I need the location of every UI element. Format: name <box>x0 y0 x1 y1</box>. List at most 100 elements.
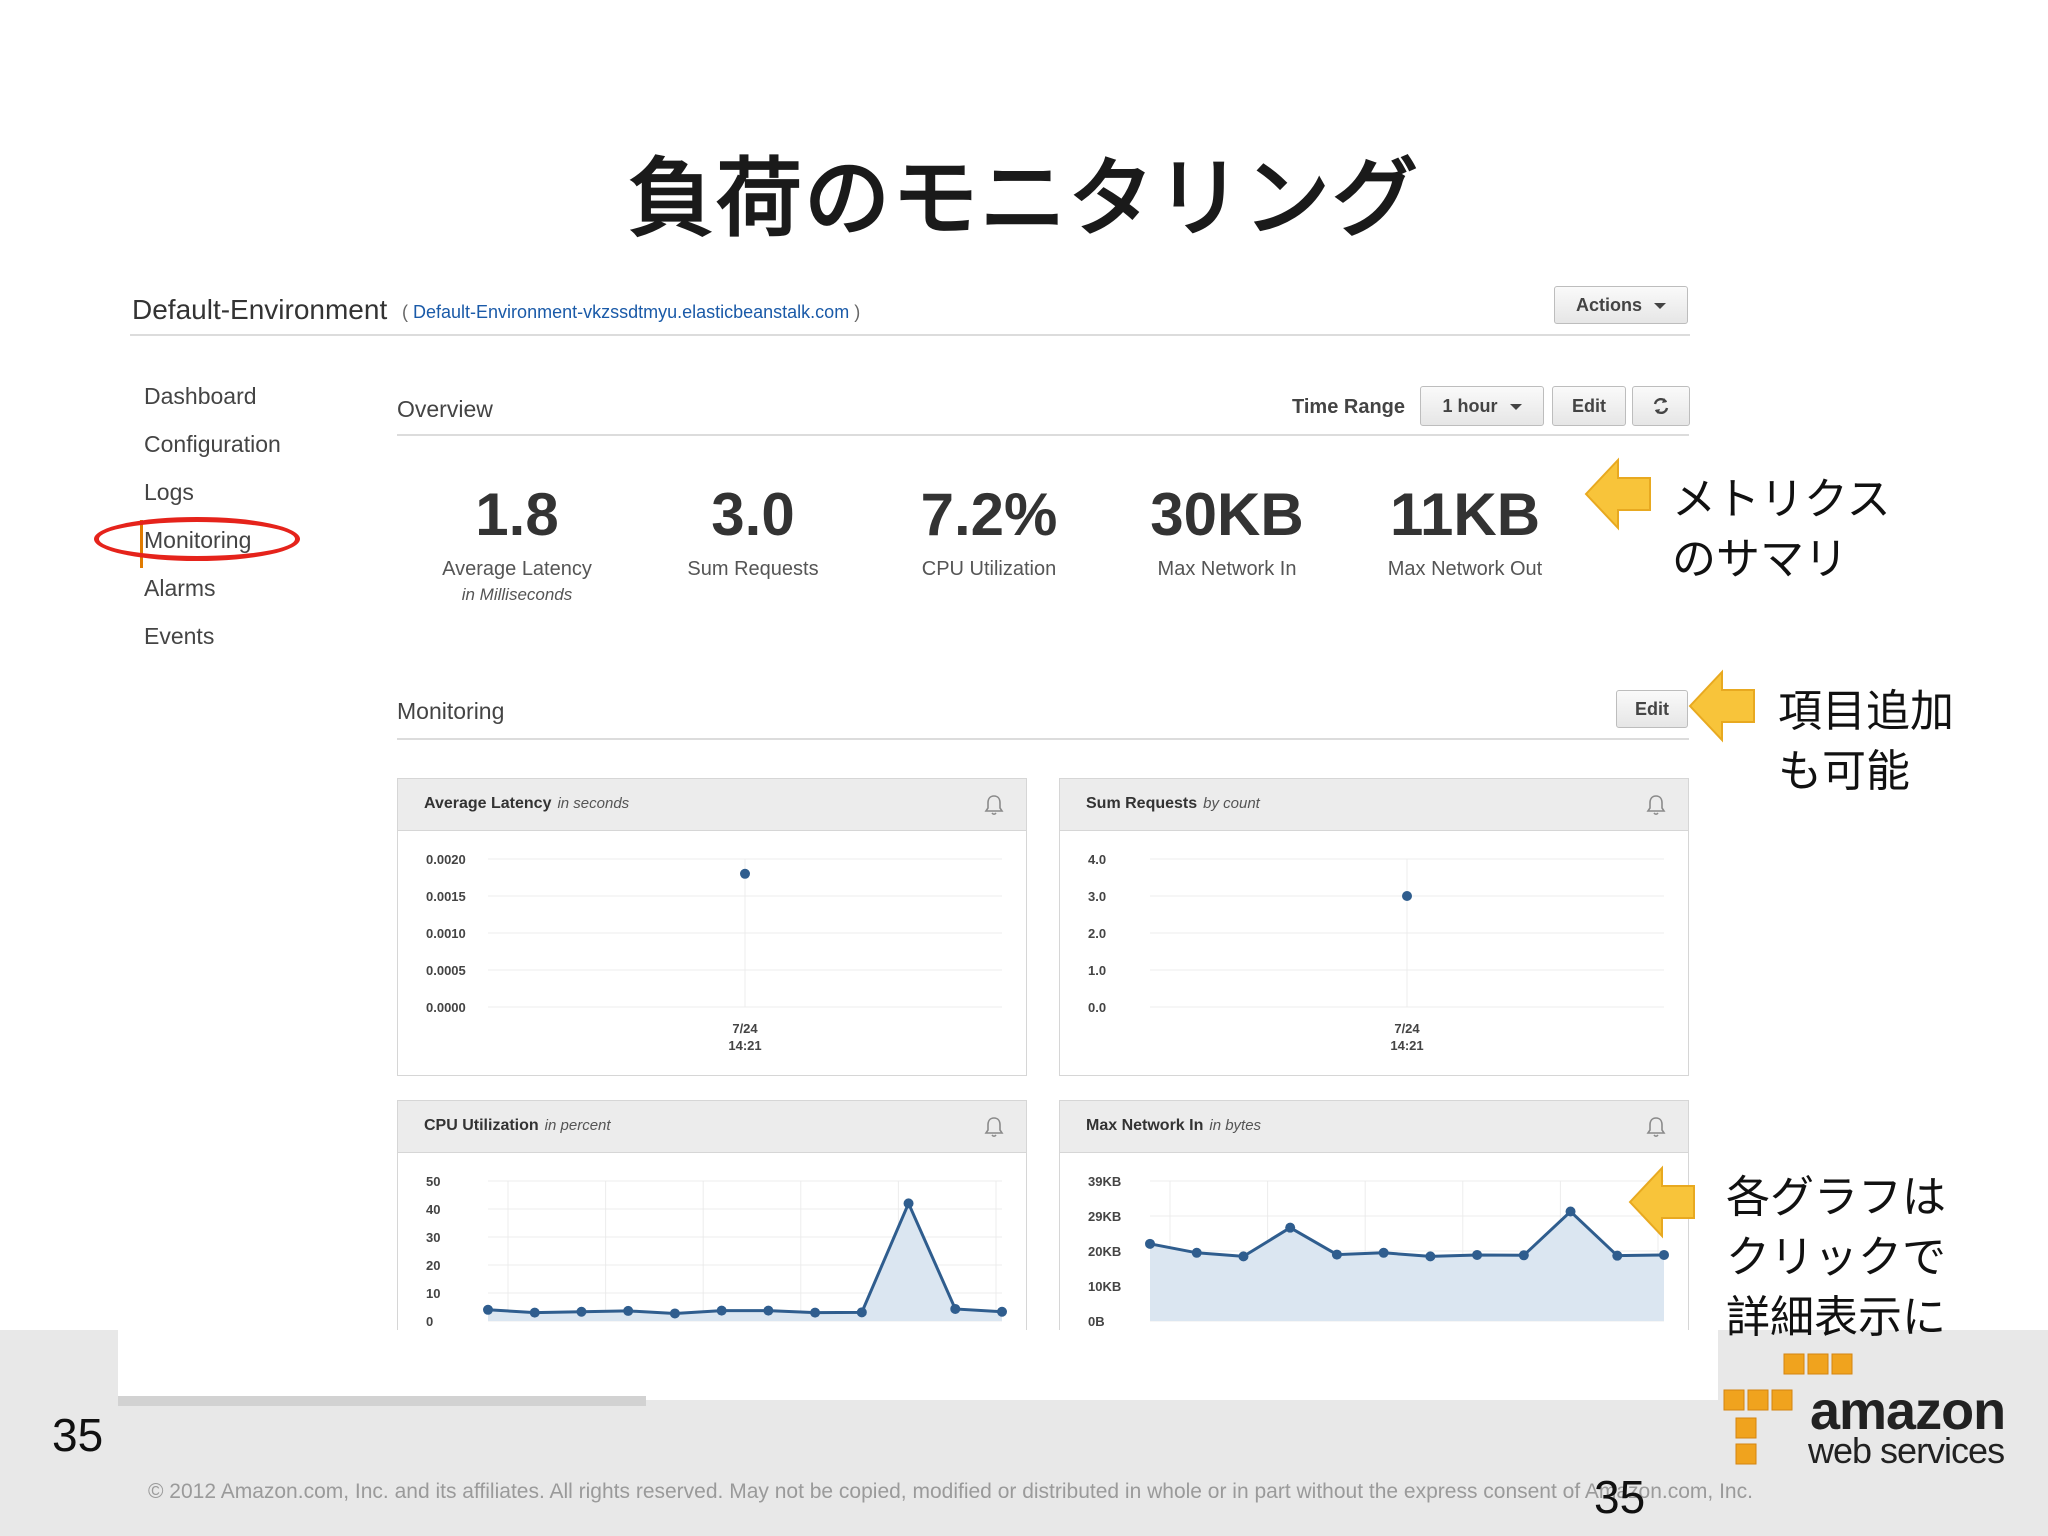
panel-unit: in seconds <box>557 795 630 812</box>
chart-average-latency: 0.0020 0.0015 0.0010 0.0005 0.0000 7/24 14:21 <box>426 852 1002 1053</box>
data-point <box>1285 1222 1296 1233</box>
data-point <box>576 1306 587 1317</box>
chart-panel-average-latency[interactable]: Average Latency in seconds 0.0020 0.0015 0.… <box>397 778 1027 1076</box>
sidebar-item-alarms[interactable]: Alarms <box>140 568 340 616</box>
panel-unit: in percent <box>544 1117 611 1134</box>
callout-line: クリックで <box>1726 1232 1946 1283</box>
panel-header: Max Network In in bytes <box>1060 1101 1688 1153</box>
actions-button[interactable]: Actions <box>1554 286 1688 324</box>
metric-sum-requests[interactable]: 3.0 Sum Requests <box>648 480 858 581</box>
bell-icon[interactable] <box>1644 793 1668 817</box>
callout-detail: 各グラフは クリックで 詳細表示に <box>1726 1168 1946 1348</box>
metric-max-network-in[interactable]: 30KB Max Network In <box>1122 480 1332 581</box>
metric-label: CPU Utilization <box>921 558 1057 580</box>
panel-title: Max Network In in bytes <box>1086 1117 1261 1135</box>
bell-icon[interactable] <box>1644 1115 1668 1139</box>
panel-header: CPU Utilization in percent <box>398 1101 1026 1153</box>
data-point <box>623 1305 634 1316</box>
copyright-text: © 2012 Amazon.com, Inc. and its affiliat… <box>148 1480 1753 1503</box>
panel-title-text: Max Network In <box>1086 1117 1204 1134</box>
y-tick-label: 29KB <box>1088 1209 1121 1224</box>
y-tick-label: 0.0010 <box>426 926 466 941</box>
monitoring-title: Monitoring <box>397 698 505 724</box>
bell-icon[interactable] <box>982 1115 1006 1139</box>
y-tick-label: 0.0000 <box>426 1000 466 1015</box>
environment-url-link[interactable]: Default-Environment-vkzssdtmyu.elasticbe… <box>413 302 849 322</box>
url-open-paren: ( <box>402 302 408 322</box>
callout-line: のサマリ <box>1672 534 1848 585</box>
y-tick-label: 4.0 <box>1088 852 1106 867</box>
metric-label: Average Latency <box>442 558 592 580</box>
page-number-right: 35 <box>1594 1471 1646 1523</box>
panel-header: Sum Requests by count <box>1060 779 1688 831</box>
time-range-select[interactable]: 1 hour <box>1420 386 1544 426</box>
actions-button-label: Actions <box>1575 295 1642 315</box>
metric-cpu-utilization[interactable]: 7.2% CPU Utilization <box>884 480 1094 581</box>
x-tick-label: 14:21 <box>728 1038 761 1053</box>
panel-title: CPU Utilization in percent <box>424 1117 611 1135</box>
aws-logo-word-webservices: web services <box>1808 1430 2005 1471</box>
data-point <box>1565 1206 1576 1217</box>
page-number-left: 35 <box>52 1409 104 1461</box>
y-tick-label: 0.0020 <box>426 852 466 867</box>
sidebar-item-configuration[interactable]: Configuration <box>140 424 340 472</box>
sidebar-item-logs[interactable]: Logs <box>140 472 340 520</box>
x-tick-label: 14:21 <box>1390 1038 1423 1053</box>
metric-label: Max Network In <box>1157 558 1297 580</box>
data-point <box>1238 1251 1249 1262</box>
metric-value: 3.0 <box>711 481 795 548</box>
environment-name: Default-Environment <box>132 294 388 325</box>
monitoring-divider <box>397 738 1689 740</box>
metric-label: Sum Requests <box>687 558 819 580</box>
monitoring-edit-button[interactable]: Edit <box>1616 690 1688 728</box>
overview-edit-button[interactable]: Edit <box>1552 386 1626 426</box>
callout-arrow-add <box>1688 669 1755 743</box>
sidebar-item-dashboard[interactable]: Dashboard <box>140 376 340 424</box>
callout-line: メトリクス <box>1672 474 1891 525</box>
data-point <box>810 1307 821 1318</box>
panel-title: Average Latency in seconds <box>424 795 629 813</box>
highlight-ellipse <box>94 517 300 561</box>
data-point <box>1659 1249 1669 1260</box>
overview-divider <box>397 434 1689 436</box>
callout-arrow-summary <box>1584 457 1651 531</box>
time-range-label: Time Range <box>1292 396 1405 418</box>
bell-icon[interactable] <box>982 793 1006 817</box>
panel-unit: in bytes <box>1209 1117 1262 1134</box>
metric-average-latency[interactable]: 1.8 Average Latency in Milliseconds <box>412 480 622 605</box>
callout-line: 項目追加 <box>1778 686 1954 737</box>
data-point <box>1191 1247 1202 1258</box>
metric-value: 1.8 <box>475 481 559 548</box>
area-fill <box>488 1203 1002 1321</box>
metric-max-network-out[interactable]: 11KB Max Network Out <box>1360 480 1570 581</box>
data-point <box>740 868 750 879</box>
panel-title-text: Sum Requests <box>1086 795 1198 812</box>
callout-summary: メトリクス のサマリ <box>1672 470 1891 590</box>
y-tick-label: 10 <box>426 1286 440 1301</box>
callout-add: 項目追加 も可能 <box>1778 682 1954 802</box>
overview-title: Overview <box>397 396 493 422</box>
y-tick-label: 10KB <box>1088 1279 1121 1294</box>
y-tick-label: 0 <box>426 1314 433 1329</box>
y-tick-label: 0.0 <box>1088 1000 1106 1015</box>
time-range-value: 1 hour <box>1442 396 1498 416</box>
panel-unit: by count <box>1203 795 1260 812</box>
data-point <box>1378 1247 1389 1258</box>
y-tick-label: 50 <box>426 1174 440 1189</box>
panel-title-text: CPU Utilization <box>424 1117 539 1134</box>
x-tick-label: 7/24 <box>1394 1021 1420 1036</box>
y-tick-label: 30 <box>426 1230 440 1245</box>
chart-panel-sum-requests[interactable]: Sum Requests by count 4.0 3.0 2.0 1.0 0.0 7/24… <box>1059 778 1689 1076</box>
data-point <box>1518 1250 1529 1261</box>
data-point <box>763 1305 774 1316</box>
data-point <box>903 1198 914 1209</box>
refresh-button[interactable] <box>1632 386 1690 426</box>
data-point <box>1402 891 1412 901</box>
data-point <box>1145 1238 1155 1249</box>
sidebar-item-events[interactable]: Events <box>140 616 340 664</box>
screenshot-bottom <box>118 1330 1718 1400</box>
environment-url[interactable]: ( Default-Environment-vkzssdtmyu.elastic… <box>402 302 860 323</box>
data-point <box>1472 1249 1483 1260</box>
y-tick-label: 1.0 <box>1088 963 1106 978</box>
data-point <box>483 1304 493 1315</box>
